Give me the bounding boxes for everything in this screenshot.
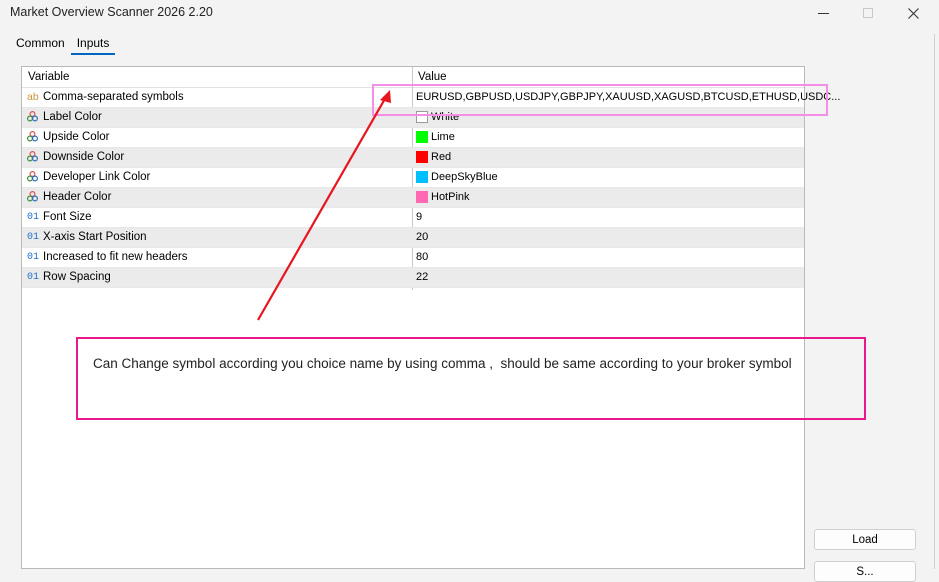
note-text: Can Change symbol according you choice n… xyxy=(93,356,792,371)
note-box xyxy=(76,337,866,420)
annotation-arrow xyxy=(257,90,391,321)
